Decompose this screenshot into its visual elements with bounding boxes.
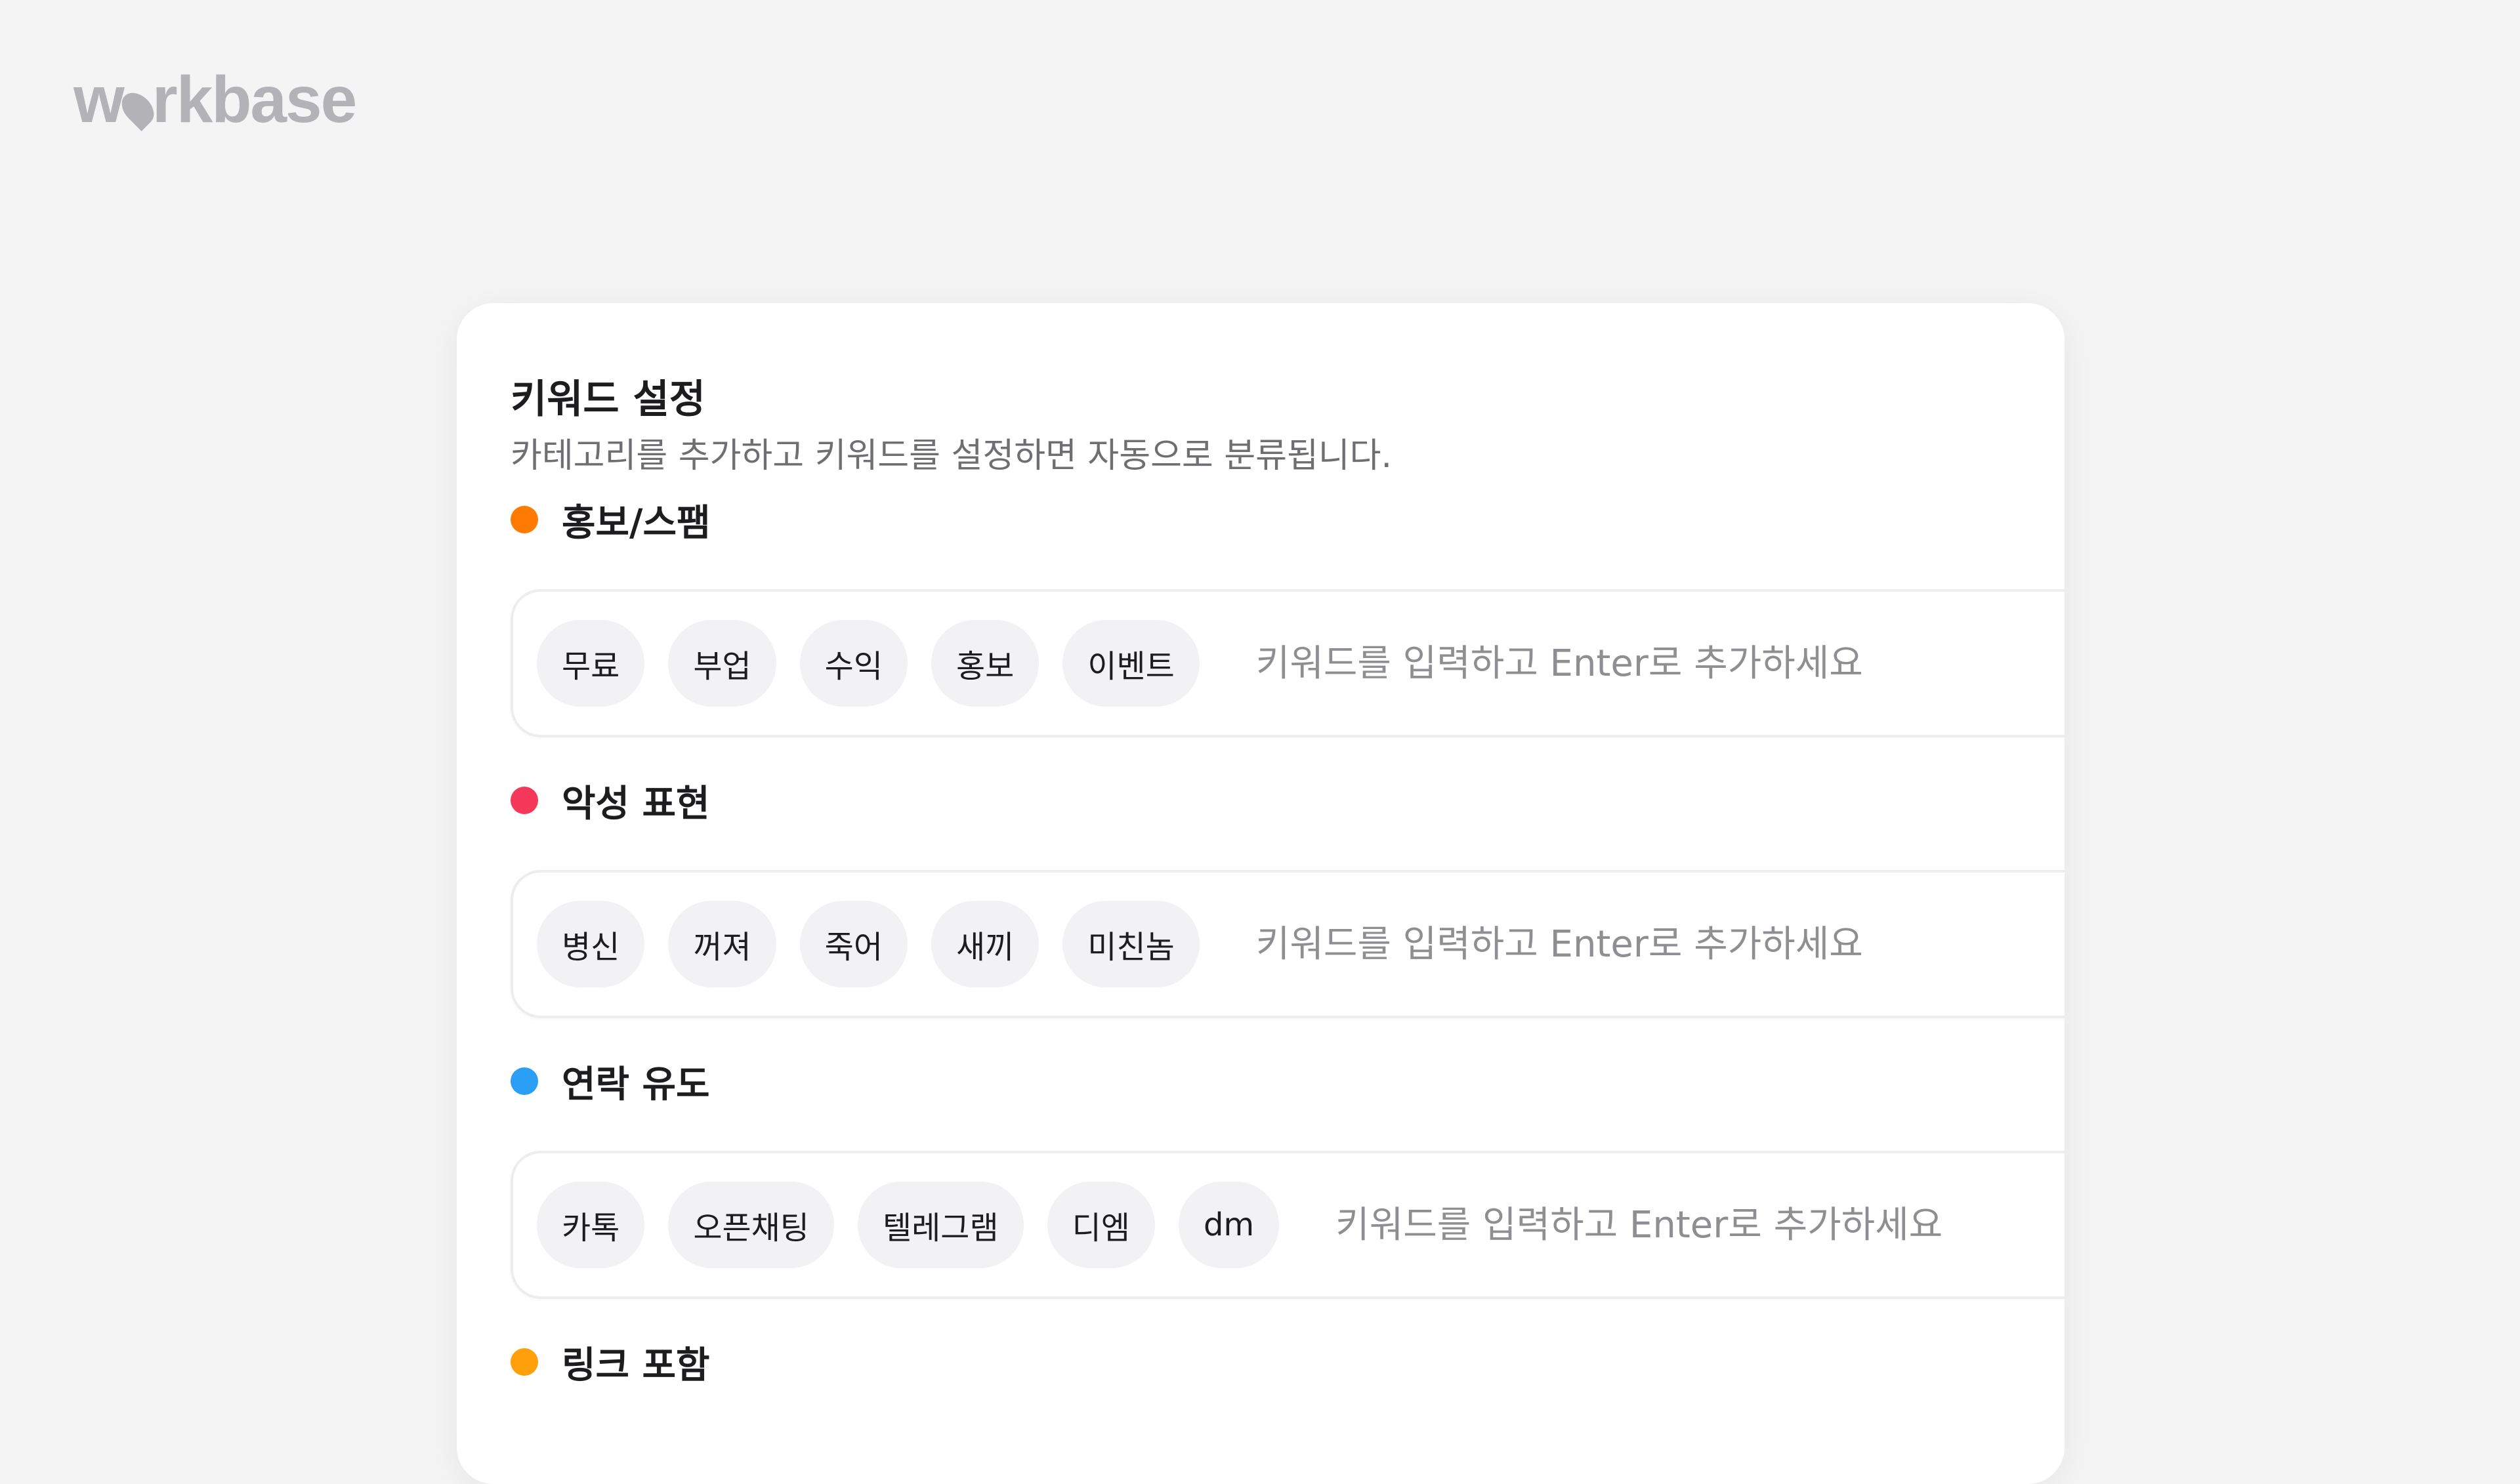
category-label: 연락 유도 [562, 1063, 710, 1106]
category-abusive-language: 악성 표현 병신 꺼져 죽어 새끼 미친놈 [511, 774, 2065, 1018]
keyword-chip[interactable]: 미친놈 [1062, 901, 1200, 987]
card-title: 키워드 설정 [511, 377, 705, 423]
keyword-chip[interactable]: 오픈채팅 [668, 1182, 834, 1268]
keyword-chip[interactable]: 병신 [537, 901, 645, 987]
category-color-dot-icon [511, 1348, 538, 1376]
keyword-chip[interactable]: 부업 [668, 620, 776, 707]
category-header: 악성 표현 [511, 774, 2065, 827]
category-promo-spam: 홍보/스팸 무료 부업 수익 홍보 이벤트 [511, 493, 2065, 737]
category-header: 연락 유도 [511, 1055, 2065, 1107]
category-color-dot-icon [511, 787, 538, 814]
keyword-chip[interactable]: 디엠 [1047, 1182, 1155, 1268]
keyword-chip[interactable]: 죽어 [799, 901, 908, 987]
keyword-chip[interactable]: 꺼져 [668, 901, 776, 987]
keyword-chip[interactable]: 카톡 [537, 1182, 645, 1268]
category-color-dot-icon [511, 1067, 538, 1095]
category-contact-solicitation: 연락 유도 카톡 오픈채팅 텔레그램 디엠 dm [511, 1055, 2065, 1299]
keyword-chip[interactable]: 이벤트 [1062, 620, 1200, 707]
keyword-input-box[interactable]: 카톡 오픈채팅 텔레그램 디엠 dm [511, 1151, 2065, 1299]
keyword-chip[interactable]: 수익 [799, 620, 908, 707]
keyword-settings-card: 키워드 설정 카테고리를 추가하고 키워드를 설정하면 자동으로 분류됩니다. … [457, 303, 2065, 1484]
category-label: 악성 표현 [562, 782, 710, 825]
category-color-dot-icon [511, 506, 538, 533]
category-contains-link: 링크 포함 [511, 1336, 2065, 1388]
category-header: 링크 포함 [511, 1336, 2065, 1388]
keyword-input[interactable] [1335, 1203, 2065, 1247]
category-label: 홍보/스팸 [562, 501, 711, 545]
keyword-chip[interactable]: 새끼 [931, 901, 1040, 987]
category-label: 링크 포함 [562, 1344, 710, 1387]
keyword-input-box[interactable]: 무료 부업 수익 홍보 이벤트 [511, 589, 2065, 737]
card-subtitle: 카테고리를 추가하고 키워드를 설정하면 자동으로 분류됩니다. [511, 436, 1393, 476]
keyword-chip[interactable]: 홍보 [931, 620, 1040, 707]
keyword-chip[interactable]: 무료 [537, 620, 645, 707]
workbase-logo: w rkbase [74, 60, 357, 139]
keyword-input-box[interactable]: 병신 꺼져 죽어 새끼 미친놈 [511, 870, 2065, 1018]
keyword-input[interactable] [1255, 922, 2044, 966]
keyword-input[interactable] [1255, 642, 2044, 685]
keyword-chip[interactable]: dm [1178, 1182, 1280, 1268]
keyword-chip[interactable]: 텔레그램 [857, 1182, 1024, 1268]
category-header: 홍보/스팸 [511, 493, 2065, 546]
logo-text-start: w [74, 62, 125, 136]
logo-text-end: rkbase [152, 62, 357, 136]
